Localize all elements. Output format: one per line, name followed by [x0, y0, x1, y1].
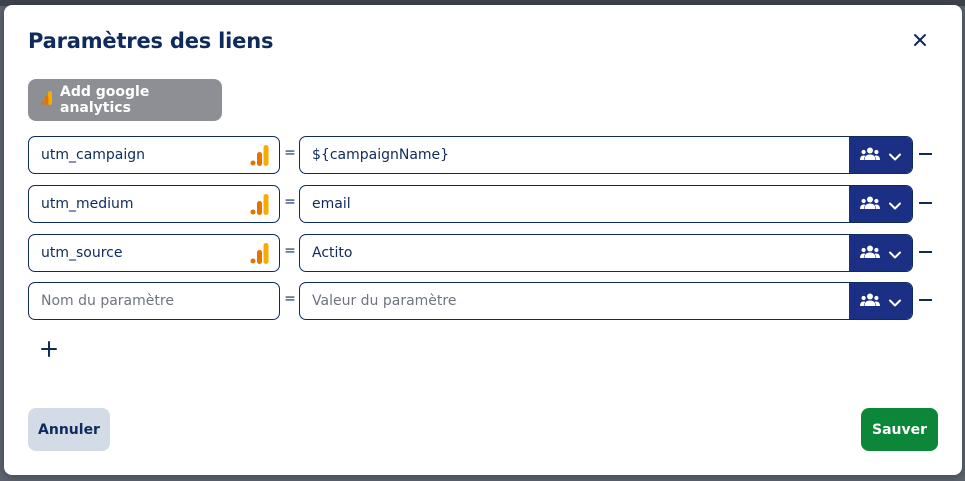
chevron-down-icon [889, 146, 901, 165]
remove-param-icon[interactable] [917, 290, 935, 310]
param-row: utm_source = Actito [28, 234, 938, 272]
param-row: utm_campaign = ${campaignName} [28, 136, 938, 174]
chevron-down-icon [889, 244, 901, 263]
google-analytics-icon [250, 194, 270, 219]
param-value-field[interactable]: Valeur du paramètre [299, 282, 913, 320]
param-name-field[interactable]: utm_campaign [28, 136, 280, 174]
save-button[interactable]: Sauver [861, 408, 938, 451]
add-google-analytics-label: Add google analytics [60, 84, 150, 116]
google-analytics-icon [250, 145, 270, 170]
param-name-value: utm_source [41, 245, 123, 261]
remove-param-icon[interactable] [917, 144, 935, 164]
param-name-placeholder: Nom du paramètre [41, 293, 174, 309]
google-analytics-icon [41, 91, 54, 109]
people-icon [860, 244, 880, 263]
link-parameters-dialog: Paramètres des liens Add google analytic… [4, 5, 962, 475]
google-analytics-icon [250, 243, 270, 268]
people-icon [860, 146, 880, 165]
equals-sign: = [284, 291, 296, 307]
param-value-placeholder: Valeur du paramètre [312, 293, 457, 309]
param-value-text: email [312, 196, 351, 212]
param-value-field[interactable]: Actito [299, 234, 913, 272]
personalization-dropdown-button[interactable] [849, 186, 912, 222]
add-google-analytics-button[interactable]: Add google analytics [28, 79, 222, 121]
param-name-value: utm_campaign [41, 147, 146, 163]
param-value-text: ${campaignName} [312, 147, 450, 163]
chevron-down-icon [889, 195, 901, 214]
param-name-field[interactable]: utm_medium [28, 185, 280, 223]
param-name-field[interactable]: utm_source [28, 234, 280, 272]
remove-param-icon[interactable] [917, 242, 935, 262]
people-icon [860, 195, 880, 214]
equals-sign: = [284, 194, 296, 210]
add-param-icon[interactable] [40, 340, 58, 358]
personalization-dropdown-button[interactable] [849, 137, 912, 173]
people-icon [860, 292, 880, 311]
dialog-title: Paramètres des liens [28, 29, 274, 53]
param-value-field[interactable]: ${campaignName} [299, 136, 913, 174]
cancel-button[interactable]: Annuler [28, 408, 110, 451]
param-value-field[interactable]: email [299, 185, 913, 223]
equals-sign: = [284, 145, 296, 161]
personalization-dropdown-button[interactable] [849, 283, 912, 319]
param-name-value: utm_medium [41, 196, 134, 212]
personalization-dropdown-button[interactable] [849, 235, 912, 271]
param-value-text: Actito [312, 245, 353, 261]
chevron-down-icon [889, 292, 901, 311]
close-icon[interactable] [910, 30, 930, 50]
param-name-field[interactable]: Nom du paramètre [28, 282, 280, 320]
equals-sign: = [284, 243, 296, 259]
remove-param-icon[interactable] [917, 193, 935, 213]
param-row: utm_medium = email [28, 185, 938, 223]
param-row: Nom du paramètre = Valeur du paramètre [28, 282, 938, 320]
